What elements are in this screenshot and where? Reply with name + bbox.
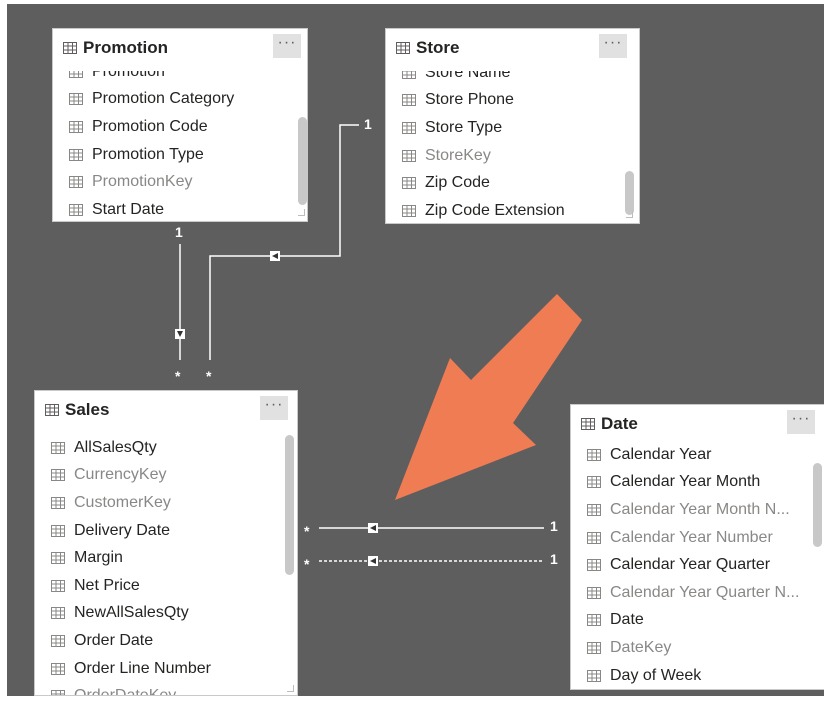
- cardinality-many-date-active: *: [304, 523, 310, 539]
- relationships-layer: [175, 124, 582, 566]
- model-diagram-canvas[interactable]: Promotion ··· Promotion Promotion Categor…: [7, 4, 824, 696]
- relationship-promotion-sales[interactable]: [175, 244, 185, 360]
- cardinality-one-store: 1: [364, 116, 372, 132]
- arrow-annotation-icon: [395, 294, 582, 500]
- cardinality-many-promotion: *: [175, 368, 181, 384]
- relationship-store-sales[interactable]: [209, 124, 359, 360]
- cardinality-one-promotion: 1: [175, 224, 183, 240]
- relationship-date-sales-inactive[interactable]: [319, 556, 544, 566]
- cardinality-one-date-active: 1: [550, 518, 558, 534]
- cardinality-many-store: *: [206, 368, 212, 384]
- cardinality-many-date-inactive: *: [304, 556, 310, 572]
- relationship-date-sales-active[interactable]: [319, 523, 544, 533]
- cardinality-one-date-inactive: 1: [550, 551, 558, 567]
